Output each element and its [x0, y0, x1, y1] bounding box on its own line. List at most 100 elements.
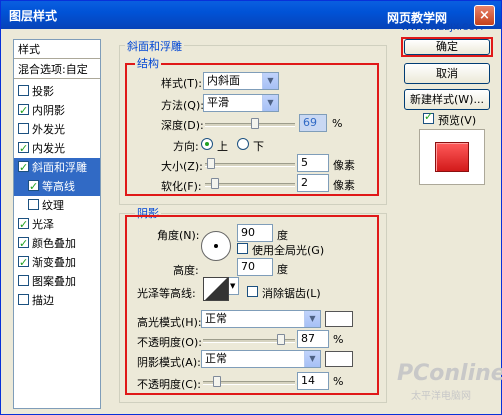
shadow-color-swatch[interactable]: [325, 351, 353, 367]
size-input[interactable]: 5: [297, 154, 329, 172]
highlight-opacity-thumb[interactable]: [277, 334, 285, 345]
highlight-opacity-input[interactable]: 87: [297, 330, 329, 348]
size-slider[interactable]: [205, 163, 295, 167]
watermark-brand: PConline: [397, 361, 502, 386]
style-item[interactable]: 投影: [14, 82, 100, 101]
method-select[interactable]: 平滑 ▼: [203, 94, 279, 112]
styles-header[interactable]: 样式: [14, 40, 100, 59]
style-item[interactable]: 纹理: [14, 196, 100, 215]
style-item-label: 外发光: [32, 123, 65, 136]
altitude-unit: 度: [277, 263, 288, 276]
style-item[interactable]: 渐变叠加: [14, 253, 100, 272]
style-item-checkbox[interactable]: [18, 123, 29, 134]
new-style-button[interactable]: 新建样式(W)...: [404, 89, 490, 110]
style-item-checkbox[interactable]: [18, 158, 29, 177]
chevron-down-icon: ▼: [230, 282, 236, 290]
angle-input[interactable]: 90: [237, 224, 273, 242]
watermark-sub: 太平洋电脑网: [411, 391, 471, 402]
style-item-checkbox[interactable]: [18, 101, 29, 120]
style-label: 样式(T):: [161, 77, 203, 90]
shadow-opacity-label: 不透明度(C):: [137, 378, 201, 391]
soften-unit: 像素: [333, 179, 355, 192]
style-item-checkbox[interactable]: [18, 215, 29, 234]
depth-label: 深度(D):: [161, 119, 204, 132]
preview-label: 预览(V): [438, 114, 477, 127]
preview-checkbox[interactable]: [423, 110, 434, 124]
close-button[interactable]: ×: [474, 5, 495, 26]
preview-swatch: [435, 142, 469, 172]
gloss-contour-picker[interactable]: [203, 277, 229, 301]
altitude-label: 高度:: [173, 264, 199, 277]
angle-unit: 度: [277, 229, 288, 242]
window-title: 图层样式: [9, 9, 58, 23]
shadow-mode-select[interactable]: 正常 ▼: [201, 350, 321, 368]
style-item[interactable]: 等高线: [14, 177, 100, 196]
antialias-checkbox[interactable]: [247, 286, 258, 297]
style-item[interactable]: 内发光: [14, 139, 100, 158]
style-item-checkbox[interactable]: [18, 139, 29, 158]
chevron-down-icon: ▼: [262, 95, 278, 111]
blend-options-item[interactable]: 混合选项:自定: [14, 60, 100, 79]
depth-slider[interactable]: [205, 123, 295, 127]
direction-down-radio[interactable]: [237, 138, 249, 150]
highlight-opacity-unit: %: [333, 333, 344, 346]
ok-button[interactable]: 确定: [404, 39, 490, 55]
chevron-down-icon: ▼: [262, 73, 278, 89]
style-item[interactable]: 描边: [14, 291, 100, 310]
soften-slider-thumb[interactable]: [211, 178, 219, 189]
gloss-contour-label: 光泽等高线:: [137, 287, 196, 300]
size-label: 大小(Z):: [161, 160, 203, 173]
direction-down-label: 下: [253, 140, 264, 153]
gloss-contour-dropdown[interactable]: ▼: [229, 277, 239, 295]
title-bar: 图层样式 网页教学网 WWW.WEBJX.COM ×: [1, 1, 501, 33]
style-item-checkbox[interactable]: [18, 253, 29, 272]
style-item-checkbox[interactable]: [28, 199, 39, 210]
method-label: 方法(Q):: [161, 99, 204, 112]
style-list: 样式 混合选项:自定 投影内阴影外发光内发光斜面和浮雕等高线纹理光泽颜色叠加渐变…: [13, 39, 101, 409]
angle-dial[interactable]: [201, 231, 231, 261]
highlight-mode-select[interactable]: 正常 ▼: [201, 310, 321, 328]
highlight-mode-value: 正常: [205, 312, 227, 325]
style-item[interactable]: 图案叠加: [14, 272, 100, 291]
highlight-color-swatch[interactable]: [325, 311, 353, 327]
style-select[interactable]: 内斜面 ▼: [203, 72, 279, 90]
shadow-opacity-input[interactable]: 14: [297, 372, 329, 390]
style-item-label: 颜色叠加: [32, 237, 76, 250]
style-item[interactable]: 内阴影: [14, 101, 100, 120]
style-item-label: 描边: [32, 294, 54, 307]
direction-up-label: 上: [217, 140, 228, 153]
depth-slider-thumb[interactable]: [251, 118, 259, 129]
style-item-label: 等高线: [42, 180, 75, 193]
angle-dial-dot: [214, 244, 218, 248]
shadow-mode-label: 阴影模式(A):: [137, 356, 201, 369]
global-light-checkbox[interactable]: [237, 243, 248, 254]
shadow-mode-value: 正常: [205, 352, 227, 365]
antialias-label: 消除锯齿(L): [262, 287, 321, 300]
direction-label: 方向:: [173, 140, 199, 153]
style-item-checkbox[interactable]: [18, 234, 29, 253]
highlight-mode-label: 高光模式(H):: [137, 316, 202, 329]
size-slider-thumb[interactable]: [207, 158, 215, 169]
depth-input[interactable]: 69: [299, 114, 327, 132]
cancel-button[interactable]: 取消: [404, 63, 490, 84]
size-unit: 像素: [333, 159, 355, 172]
style-item-checkbox[interactable]: [18, 275, 29, 286]
style-item-label: 斜面和浮雕: [32, 161, 87, 174]
soften-input[interactable]: 2: [297, 174, 329, 192]
watermark-top-url: WWW.WEBJX.COM: [401, 23, 484, 33]
style-item[interactable]: 光泽: [14, 215, 100, 234]
style-item[interactable]: 斜面和浮雕: [14, 158, 100, 177]
style-item-checkbox[interactable]: [18, 85, 29, 96]
style-item[interactable]: 外发光: [14, 120, 100, 139]
global-light-label: 使用全局光(G): [252, 244, 325, 257]
style-item-checkbox[interactable]: [28, 177, 39, 196]
soften-label: 软化(F):: [161, 180, 202, 193]
shadow-opacity-thumb[interactable]: [213, 376, 221, 387]
style-item-label: 图案叠加: [32, 275, 76, 288]
direction-up-radio[interactable]: [201, 138, 213, 150]
altitude-input[interactable]: 70: [237, 258, 273, 276]
style-item-checkbox[interactable]: [18, 294, 29, 305]
style-item[interactable]: 颜色叠加: [14, 234, 100, 253]
style-item-label: 光泽: [32, 218, 54, 231]
highlight-opacity-label: 不透明度(O):: [137, 336, 202, 349]
